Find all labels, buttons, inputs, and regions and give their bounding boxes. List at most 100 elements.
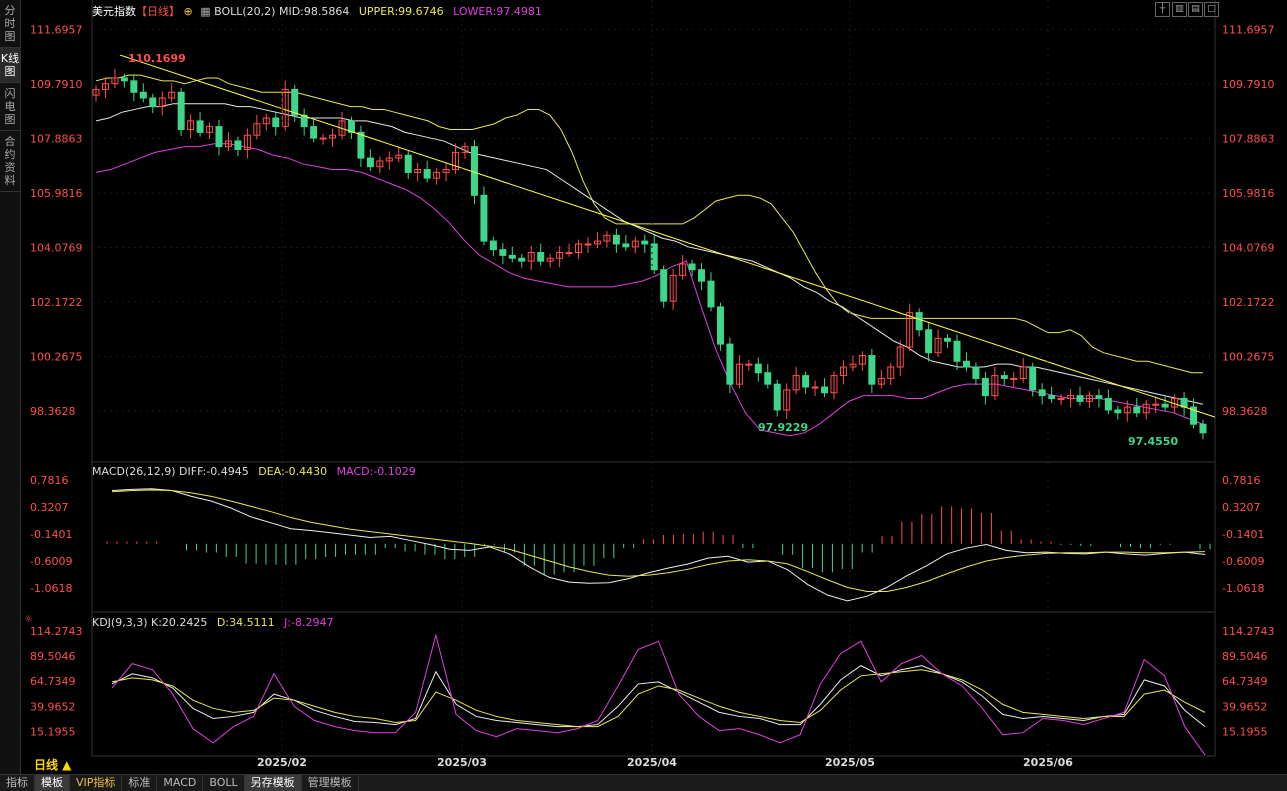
tab-template[interactable]: 模板 [35, 775, 70, 791]
chart-canvas[interactable]: 111.6957 111.6957 109.7910 109.7910 107.8863… [20, 0, 1287, 774]
macd-label: MACD(26,12,9) [92, 465, 176, 478]
candle-up [1057, 397, 1065, 400]
price-tick-label-right: 98.3628 [1222, 405, 1268, 418]
tab-intraday[interactable]: 分时图 [0, 0, 20, 48]
crosshair-icon[interactable]: ┼ [1155, 2, 1170, 17]
candle-down [821, 386, 829, 394]
candle-down [489, 240, 497, 251]
candle-down [404, 154, 412, 173]
candle-down [698, 269, 706, 282]
date-tick-label: 2025/04 [627, 756, 677, 769]
price-tick-label-left: 98.3628 [30, 405, 76, 418]
tab-flash[interactable]: 闪电图 [0, 83, 20, 131]
macd-diff: DIFF:-0.4945 [179, 465, 249, 478]
macd-dea: DEA:-0.4430 [258, 465, 328, 478]
tab-kline[interactable]: K线图 [0, 48, 20, 83]
indicator-grid-icon[interactable]: ▦ [200, 5, 210, 18]
candle-up [565, 252, 573, 255]
candle-down [953, 340, 961, 362]
tab-indicators[interactable]: 指标 [0, 775, 35, 791]
candle-down [1095, 395, 1103, 399]
price-tick-label-right: 109.7910 [1222, 78, 1275, 91]
layout-icon[interactable]: ▥ [1172, 2, 1187, 17]
tab-save-template[interactable]: 另存模板 [244, 775, 302, 791]
candle-down [1029, 366, 1037, 391]
candle-down [272, 117, 280, 128]
candle-down [149, 97, 157, 108]
kdj-d-line [111, 669, 1206, 728]
macd-dea-line [111, 489, 1206, 592]
candle-down [1038, 389, 1046, 397]
date-tick-label: 2025/03 [437, 756, 487, 769]
period-button[interactable]: 日线 ▲ [20, 756, 104, 774]
candle-down [518, 257, 526, 262]
candle-up [745, 363, 753, 366]
kdj-tick-label-right: 114.2743 [1222, 625, 1275, 638]
candle-down [1199, 423, 1207, 434]
macd-tick-label-left: -1.0618 [30, 582, 72, 595]
candle-down [423, 169, 431, 179]
macd-tick-label-left: -0.1401 [30, 528, 72, 541]
kdj-tick-label-left: 114.2743 [30, 625, 83, 638]
price-tick-label-right: 102.1722 [1222, 296, 1275, 309]
candle-down [622, 243, 630, 248]
candle-up [811, 386, 819, 389]
add-indicator-icon[interactable]: ⊕ [184, 5, 193, 18]
price-tick-label-left: 107.8863 [30, 132, 83, 145]
candle-down [915, 312, 923, 331]
tab-standard[interactable]: 标准 [122, 775, 158, 791]
tab-boll[interactable]: BOLL [203, 775, 245, 791]
candle-down [310, 126, 318, 139]
bottom-toolbar: 指标 模板 VIP指标 标准 MACD BOLL 另存模板 管理模板 [0, 774, 1287, 791]
macd-tick-label-right: -0.1401 [1222, 528, 1264, 541]
view-sidebar: 分时图 K线图 闪电图 合约资料 [0, 0, 21, 774]
kdj-tick-label-right: 64.7349 [1222, 675, 1268, 688]
boll-upper-line [95, 74, 1203, 374]
price-tick-label-left: 104.0769 [30, 241, 83, 254]
candle-down [537, 252, 545, 262]
candle-down [366, 157, 374, 168]
maximize-icon[interactable]: □ [1204, 2, 1219, 17]
candle-down [726, 343, 734, 385]
candle-down [215, 126, 223, 148]
tab-macd[interactable]: MACD [157, 775, 204, 791]
price-tick-label-right: 105.9816 [1222, 187, 1275, 200]
macd-header: MACD(26,12,9) DIFF:-0.4945 DEA:-0.4430 M… [92, 465, 416, 478]
price-tick-label-right: 100.2675 [1222, 350, 1275, 363]
candle-down [1000, 375, 1008, 379]
settings-sun-icon[interactable]: ☼ [24, 614, 33, 625]
candle-down [716, 306, 724, 345]
kdj-tick-label-right: 89.5046 [1222, 650, 1268, 663]
price-tick-label-left: 111.6957 [30, 23, 83, 36]
macd-tick-label-right: 0.7816 [1222, 474, 1261, 487]
date-tick-label: 2025/02 [257, 756, 307, 769]
low-annotation-1: 97.9229 [758, 421, 808, 434]
kdj-j: J:-8.2947 [284, 616, 334, 629]
candle-up [1010, 377, 1018, 380]
macd-tick-label-left: 0.7816 [30, 474, 69, 487]
candle-down [480, 194, 488, 242]
macd-tick-label-right: 0.3207 [1222, 501, 1261, 514]
candle-down [754, 363, 762, 374]
tab-vip-indicators[interactable]: VIP指标 [70, 775, 123, 791]
tab-manage-template[interactable]: 管理模板 [302, 775, 359, 791]
split-icon[interactable]: ▤ [1188, 2, 1203, 17]
candle-down [234, 140, 242, 151]
boll-lower: LOWER:97.4981 [453, 5, 542, 18]
tab-contract-info[interactable]: 合约资料 [0, 131, 20, 192]
macd-value: MACD:-0.1029 [336, 465, 416, 478]
candle-down [612, 234, 620, 245]
boll-mid: MID:98.5864 [278, 5, 350, 18]
candle-down [764, 372, 772, 385]
candle-down [1104, 397, 1112, 411]
main-header: 美元指数【日线】 ⊕ ▦ BOLL(20,2) MID:98.5864 UPPE… [92, 3, 542, 19]
kdj-tick-label-left: 64.7349 [30, 675, 76, 688]
candle-down [707, 280, 715, 308]
candle-down [688, 263, 696, 271]
candle-down [130, 80, 138, 93]
price-tick-label-left: 102.1722 [30, 296, 83, 309]
macd-tick-label-left: 0.3207 [30, 501, 69, 514]
candle-down [1133, 406, 1141, 414]
boll-upper: UPPER:99.6746 [358, 5, 444, 18]
kdj-header: KDJ(9,3,3) K:20.2425 D:34.5111 J:-8.2947 [92, 616, 334, 629]
